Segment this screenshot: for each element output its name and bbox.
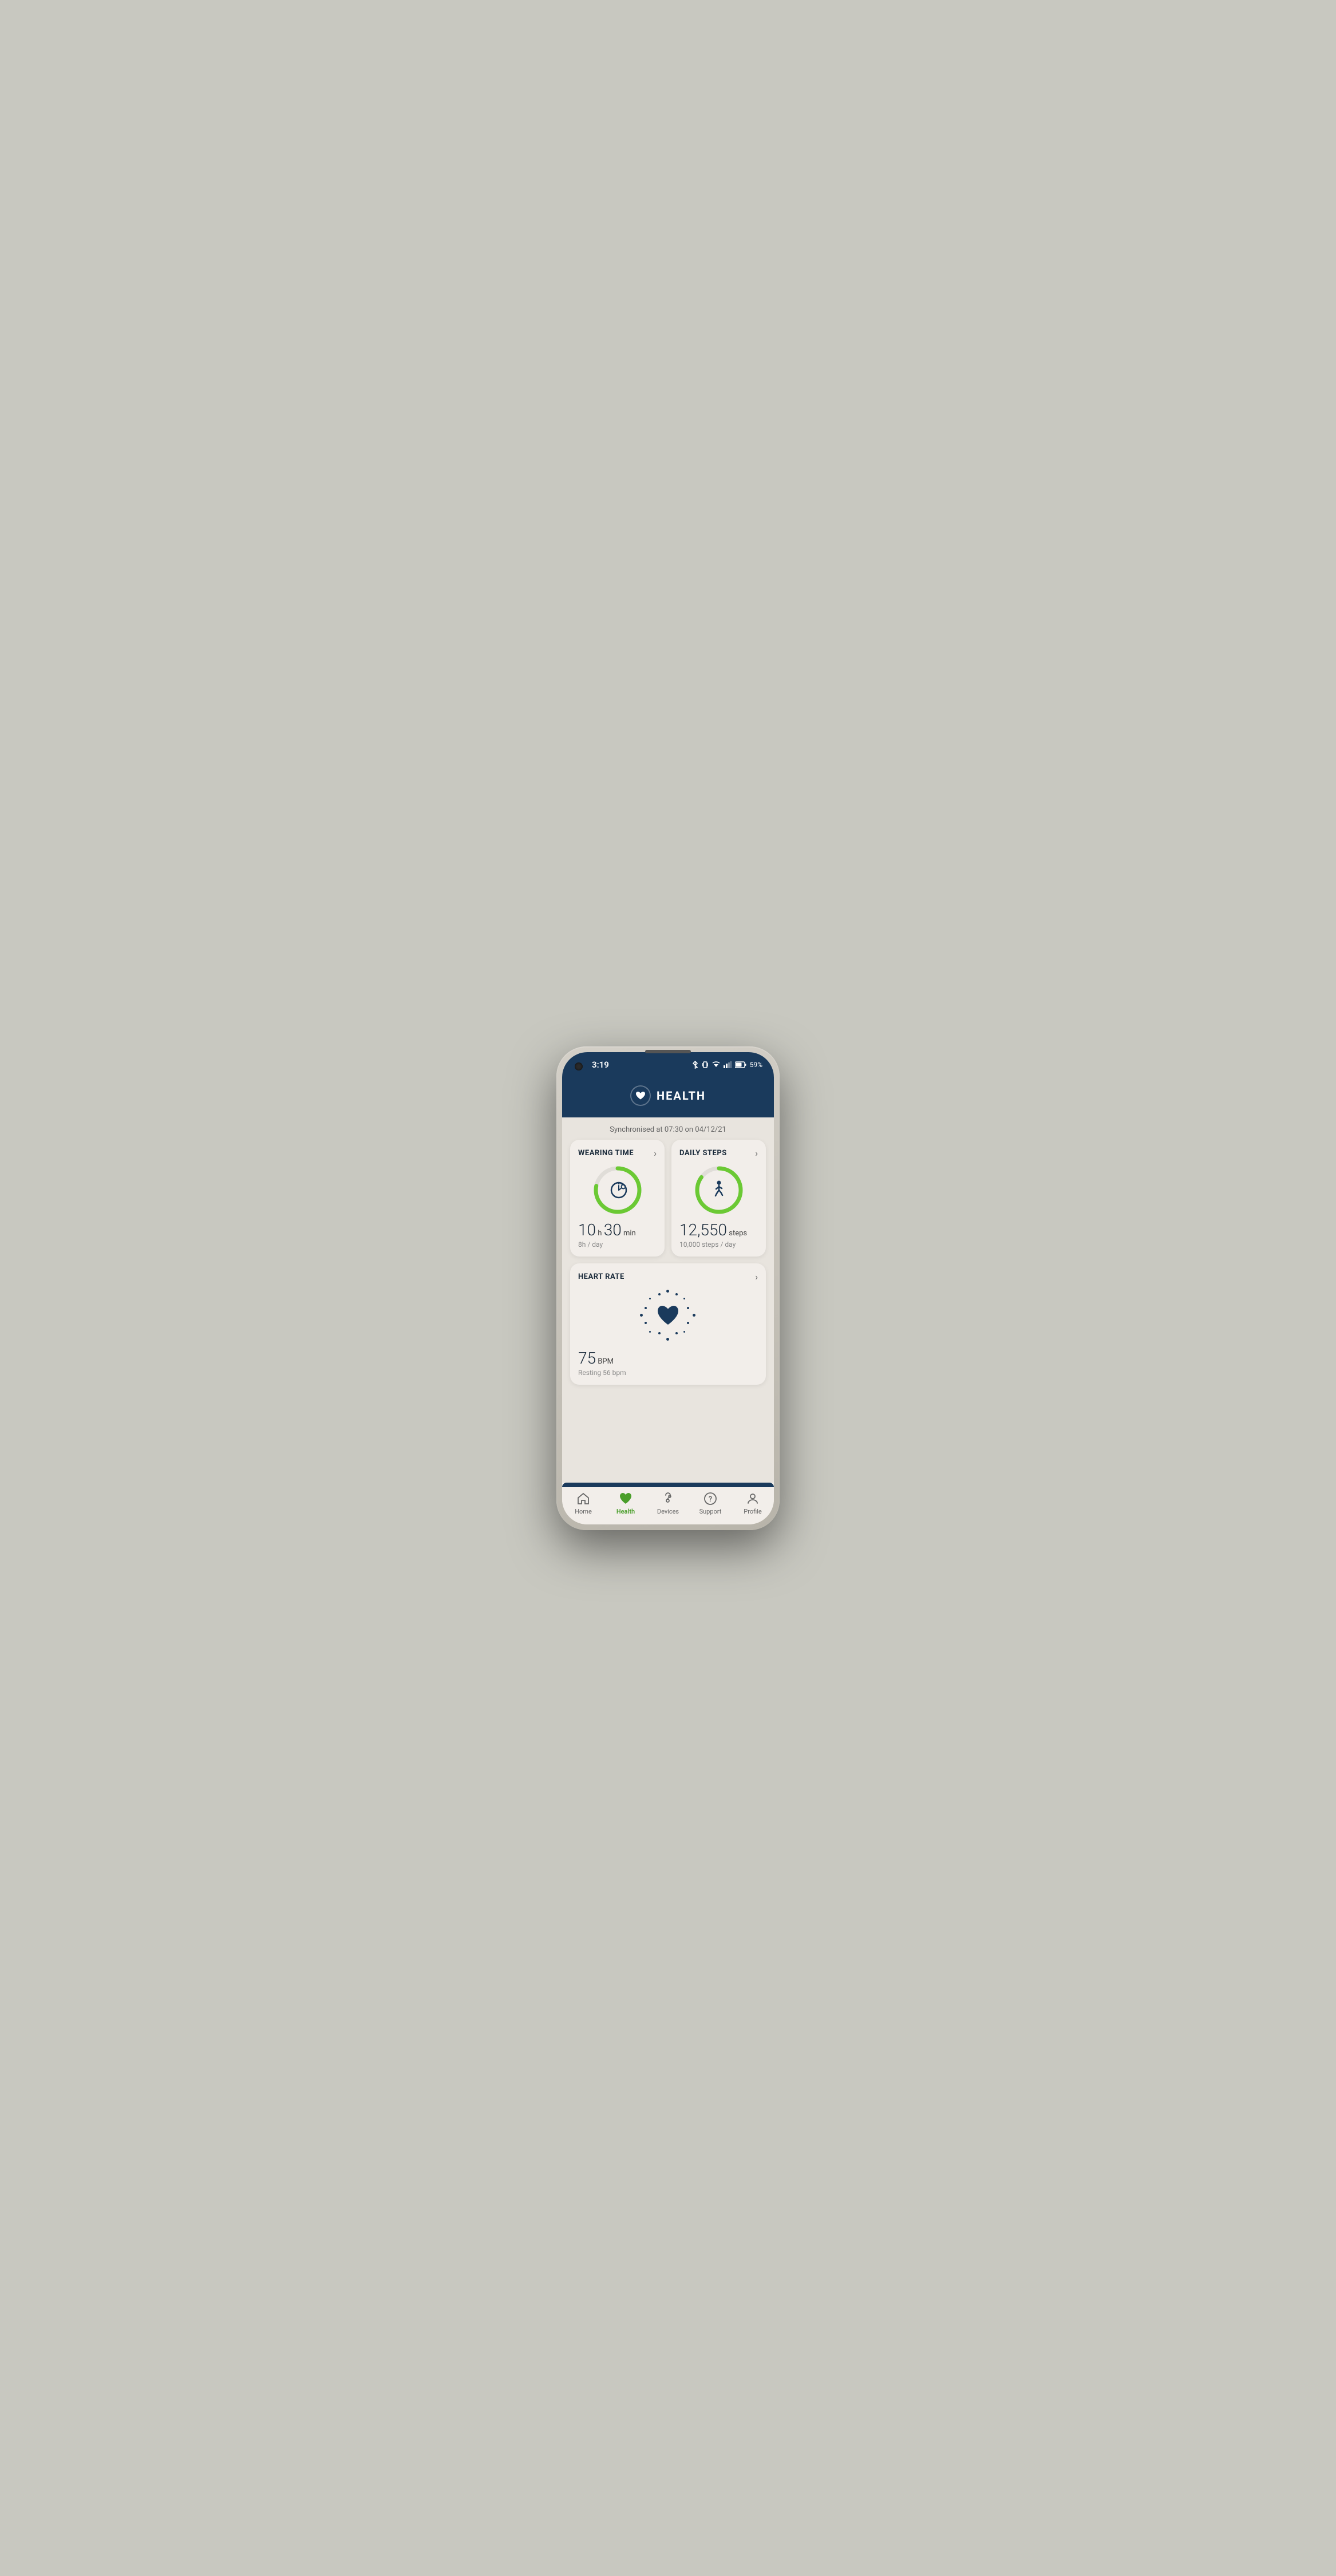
wearing-time-title: WEARING TIME: [578, 1149, 634, 1157]
nav-item-home[interactable]: Home: [562, 1492, 604, 1515]
wearing-time-header: WEARING TIME ›: [578, 1148, 657, 1159]
wearing-time-card[interactable]: WEARING TIME ›: [570, 1140, 665, 1257]
daily-steps-count: 12,550: [679, 1220, 727, 1239]
daily-steps-metric: 12,550 steps: [679, 1220, 758, 1239]
dot-diag-bl: [649, 1331, 651, 1333]
daily-steps-circle-container: [679, 1164, 758, 1216]
wearing-time-chevron: ›: [654, 1148, 657, 1159]
notch: [645, 1050, 691, 1053]
header-title: HEALTH: [657, 1089, 706, 1103]
heart-icon: [635, 1091, 646, 1100]
heart-rate-visual: [578, 1288, 758, 1345]
wearing-time-h-unit: h: [598, 1229, 602, 1238]
wearing-time-min-unit: min: [623, 1229, 636, 1238]
daily-steps-title: DAILY STEPS: [679, 1149, 727, 1157]
heart-rate-card[interactable]: HEART RATE ›: [570, 1263, 766, 1385]
heart-rate-title: HEART RATE: [578, 1273, 624, 1281]
wearing-time-icon: [607, 1179, 628, 1202]
dot-diag-br: [683, 1331, 685, 1333]
dot-top-left: [658, 1293, 661, 1295]
main-content: Synchronised at 07:30 on 04/12/21 WEARIN…: [562, 1117, 774, 1483]
heart-rate-metric: 75 BPM: [578, 1349, 758, 1368]
nav-item-profile[interactable]: Profile: [732, 1492, 774, 1515]
nav-item-devices[interactable]: Devices: [647, 1492, 689, 1515]
health-heart-icon: [618, 1492, 633, 1506]
app-header: HEALTH: [562, 1077, 774, 1117]
heart-dots-container: [637, 1285, 699, 1348]
bluetooth-icon: [692, 1061, 698, 1069]
svg-text:?: ?: [709, 1495, 712, 1504]
daily-steps-header: DAILY STEPS ›: [679, 1148, 758, 1159]
dot-right: [693, 1314, 695, 1317]
bottom-nav-wrapper: Home Health Devices: [562, 1483, 774, 1524]
wearing-time-hours: 10: [578, 1220, 596, 1239]
nav-item-support[interactable]: ? Support: [689, 1492, 732, 1515]
heart-fill-icon: [655, 1304, 681, 1327]
walking-person-icon: [710, 1180, 728, 1198]
cards-grid: WEARING TIME ›: [562, 1140, 774, 1392]
dot-diag-tr: [683, 1298, 685, 1299]
phone-screen: 3:19: [562, 1052, 774, 1524]
heart-rate-header: HEART RATE ›: [578, 1271, 758, 1282]
bottom-nav-bar: [562, 1483, 774, 1487]
heart-rate-unit: BPM: [598, 1357, 614, 1366]
stopwatch-icon: [607, 1179, 628, 1199]
header-heart-badge: [630, 1085, 651, 1106]
nav-label-profile: Profile: [744, 1508, 761, 1515]
phone-frame: 3:19: [556, 1046, 780, 1530]
vibrate-icon: [702, 1061, 709, 1069]
dot-left-down: [645, 1322, 647, 1324]
daily-steps-unit: steps: [729, 1229, 747, 1238]
wearing-time-circle-container: [578, 1164, 657, 1216]
heart-rate-sub: Resting 56 bpm: [578, 1369, 758, 1377]
nav-item-health[interactable]: Health: [604, 1492, 647, 1515]
home-icon: [576, 1492, 590, 1506]
status-icons: 59%: [692, 1061, 762, 1069]
nav-label-health: Health: [616, 1508, 635, 1515]
status-bar: 3:19: [562, 1052, 774, 1077]
dot-right-down: [687, 1322, 689, 1324]
dot-top: [666, 1290, 669, 1293]
dot-bottom: [666, 1338, 669, 1341]
wearing-time-minutes: 30: [604, 1220, 622, 1239]
wifi-icon: [712, 1061, 720, 1068]
support-icon: ?: [703, 1492, 717, 1506]
battery-icon: [735, 1061, 746, 1068]
daily-steps-icon: [710, 1180, 728, 1200]
daily-steps-sub: 10,000 steps / day: [679, 1240, 758, 1249]
nav-label-devices: Devices: [657, 1508, 679, 1515]
daily-steps-chevron: ›: [755, 1148, 758, 1159]
dot-left-up: [645, 1307, 647, 1309]
daily-steps-card[interactable]: DAILY STEPS ›: [671, 1140, 766, 1257]
daily-steps-circle: [693, 1164, 745, 1216]
dot-diag-tl: [649, 1298, 651, 1299]
dot-bottom-left: [658, 1332, 661, 1334]
wearing-time-circle: [592, 1164, 643, 1216]
nav-label-support: Support: [699, 1508, 722, 1515]
wearing-time-metric: 10 h 30 min: [578, 1220, 657, 1239]
dot-left: [640, 1314, 643, 1317]
status-time: 3:19: [592, 1060, 609, 1070]
heart-rate-value: 75: [578, 1349, 596, 1368]
dot-bottom-right: [675, 1332, 678, 1334]
wearing-time-sub: 8h / day: [578, 1240, 657, 1249]
dot-right-up: [687, 1307, 689, 1309]
battery-percent: 59%: [750, 1061, 762, 1069]
heart-rate-chevron: ›: [755, 1271, 758, 1282]
nav-label-home: Home: [575, 1508, 592, 1515]
signal-icon: [724, 1061, 732, 1068]
hearing-aid-icon: [661, 1492, 675, 1506]
dot-top-right: [675, 1293, 678, 1295]
profile-icon: [746, 1492, 760, 1506]
bottom-nav: Home Health Devices: [562, 1487, 774, 1524]
camera-hole: [575, 1062, 583, 1070]
sync-text: Synchronised at 07:30 on 04/12/21: [562, 1117, 774, 1140]
heart-center-icon: [655, 1304, 681, 1329]
